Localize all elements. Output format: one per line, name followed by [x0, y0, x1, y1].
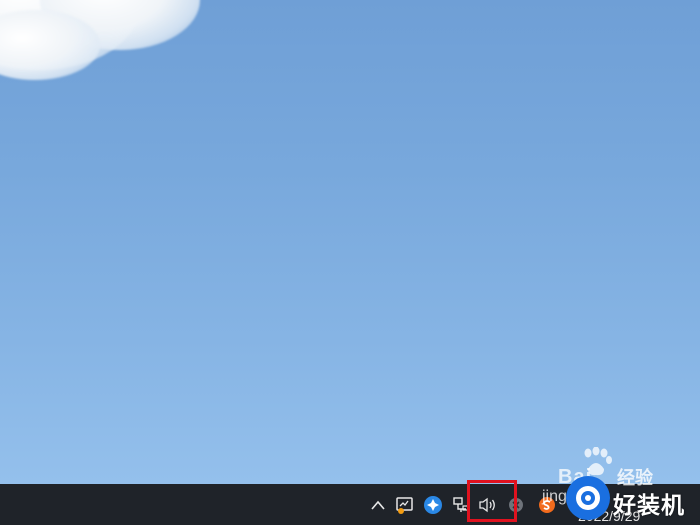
volume-highlight-box — [467, 480, 517, 522]
app-icon[interactable] — [420, 484, 446, 525]
chevron-up-icon[interactable] — [368, 484, 388, 525]
haozhuangji-logo-text: 好装机 — [613, 492, 685, 518]
desktop-wallpaper — [0, 0, 700, 484]
screen-icon[interactable] — [393, 484, 417, 525]
jing-watermark-text: jing — [542, 488, 567, 505]
haozhuangji-logo-icon — [566, 476, 610, 520]
